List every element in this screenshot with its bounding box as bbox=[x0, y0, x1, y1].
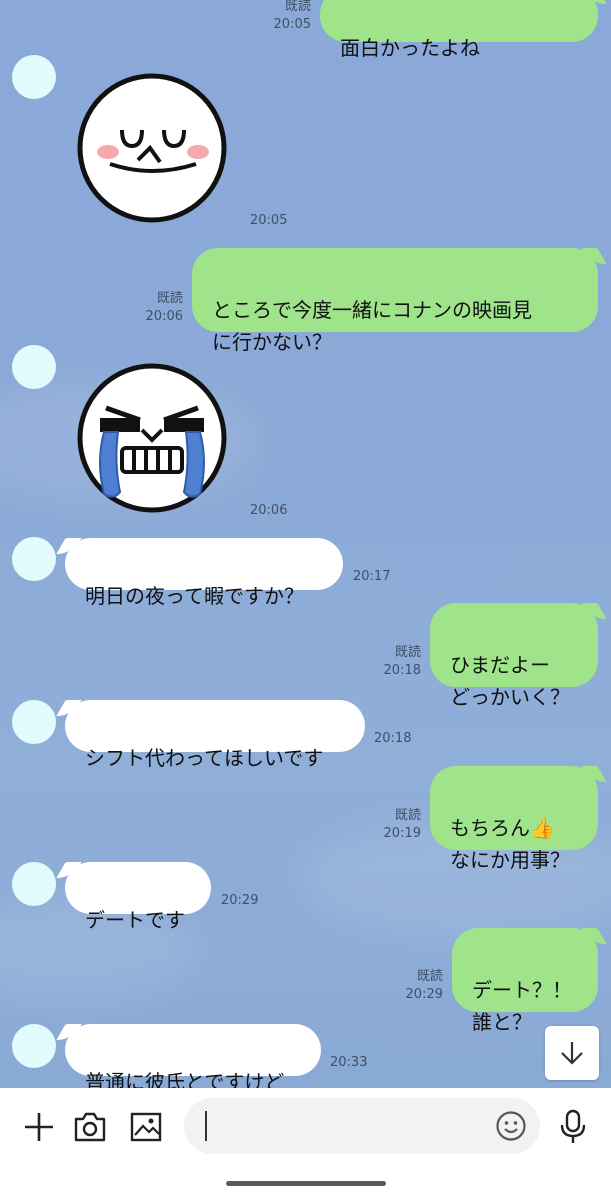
outgoing-message[interactable]: ところで今度一緒にコナンの映画見 に行かない？ bbox=[192, 248, 598, 354]
avatar[interactable] bbox=[12, 862, 56, 906]
message-time: 20:06 bbox=[145, 309, 183, 324]
read-receipt: 既読 bbox=[156, 291, 183, 306]
home-indicator[interactable] bbox=[226, 1181, 386, 1186]
outgoing-message[interactable]: デート？！ 誰と？ bbox=[452, 928, 598, 1034]
text-caret bbox=[205, 1111, 207, 1141]
arrow-down-icon bbox=[561, 1042, 583, 1065]
avatar[interactable] bbox=[12, 537, 56, 581]
avatar[interactable] bbox=[12, 700, 56, 744]
message-text: 普通に彼氏とですけど bbox=[85, 1070, 285, 1088]
message-text: デートです bbox=[85, 908, 185, 932]
message-text: もちろん👍 なにか用事？ bbox=[450, 816, 570, 872]
outgoing-message[interactable]: もちろん👍 なにか用事？ bbox=[430, 766, 598, 872]
message-input[interactable] bbox=[184, 1098, 540, 1154]
read-receipt: 既読 bbox=[394, 808, 421, 823]
plus-icon bbox=[25, 1113, 53, 1141]
emoji-icon bbox=[496, 1111, 526, 1141]
message-time: 20:05 bbox=[273, 17, 311, 32]
voice-button[interactable] bbox=[554, 1108, 592, 1146]
smiling-moon-sticker[interactable] bbox=[76, 72, 228, 224]
message-text: ところで今度一緒にコナンの映画見 に行かない？ bbox=[212, 298, 532, 354]
camera-icon bbox=[74, 1112, 106, 1142]
message-time: 20:05 bbox=[250, 213, 288, 228]
read-receipt: 既読 bbox=[416, 969, 443, 984]
read-receipt: 既読 bbox=[284, 0, 311, 14]
message-time: 20:19 bbox=[383, 826, 421, 841]
outgoing-message[interactable]: ひまだよー どっかいく？ bbox=[430, 603, 598, 709]
avatar[interactable] bbox=[12, 55, 56, 99]
image-icon bbox=[130, 1112, 162, 1142]
message-time: 20:06 bbox=[250, 503, 288, 518]
image-button[interactable] bbox=[127, 1108, 165, 1146]
incoming-message[interactable]: デートです bbox=[65, 862, 211, 932]
message-time: 20:33 bbox=[330, 1055, 368, 1070]
message-time: 20:29 bbox=[405, 987, 443, 1002]
incoming-message[interactable]: 明日の夜って暇ですか？ bbox=[65, 538, 343, 608]
scroll-to-bottom-button[interactable] bbox=[545, 1026, 599, 1080]
message-meta: 既読 20:19 bbox=[384, 807, 421, 843]
emoji-button[interactable] bbox=[492, 1107, 530, 1145]
message-time: 20:17 bbox=[353, 569, 391, 584]
crying-moon-sticker[interactable] bbox=[76, 362, 228, 514]
message-meta: 既読 20:18 bbox=[384, 644, 421, 680]
incoming-message[interactable]: シフト代わってほしいです bbox=[65, 700, 365, 770]
add-button[interactable] bbox=[20, 1108, 58, 1146]
message-text: シフト代わってほしいです bbox=[85, 746, 324, 770]
incoming-message[interactable]: 普通に彼氏とですけど bbox=[65, 1024, 321, 1088]
message-text: 明日の夜って暇ですか？ bbox=[85, 584, 304, 608]
message-meta: 既読 20:29 bbox=[406, 968, 443, 1004]
read-receipt: 既読 bbox=[394, 645, 421, 660]
message-text: 面白かったよね bbox=[340, 36, 480, 60]
message-meta: 既読 20:05 bbox=[274, 0, 311, 34]
message-meta: 既読 20:06 bbox=[146, 290, 183, 326]
chat-area[interactable]: 既読 20:05 面白かったよね 20:05 既読 20:06 ところで今度一緒… bbox=[0, 0, 611, 1088]
avatar[interactable] bbox=[12, 345, 56, 389]
message-text: ひまだよー どっかいく？ bbox=[450, 653, 570, 709]
outgoing-message[interactable]: 面白かったよね bbox=[320, 0, 598, 60]
message-time: 20:29 bbox=[221, 893, 259, 908]
message-time: 20:18 bbox=[383, 663, 421, 678]
message-time: 20:18 bbox=[374, 731, 412, 746]
camera-button[interactable] bbox=[71, 1108, 109, 1146]
avatar[interactable] bbox=[12, 1024, 56, 1068]
microphone-icon bbox=[560, 1109, 586, 1143]
